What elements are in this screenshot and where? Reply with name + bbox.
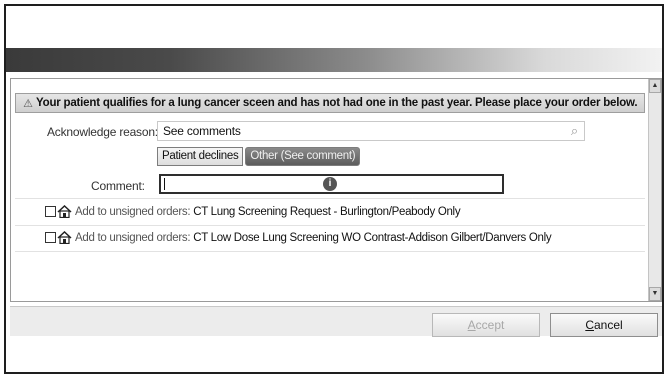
divider — [15, 251, 645, 252]
order-checkbox[interactable] — [45, 206, 56, 217]
comment-label: Comment: — [91, 179, 145, 193]
acknowledge-reason-label: Acknowledge reason: — [47, 125, 158, 139]
search-icon[interactable]: ⌕ — [571, 123, 578, 139]
order-name: CT Low Dose Lung Screening WO Contrast-A… — [193, 231, 552, 244]
patient-declines-button[interactable]: Patient declines — [157, 147, 244, 166]
cancel-mnemonic: C — [585, 318, 594, 332]
title-bar — [6, 48, 662, 72]
alert-message: Your patient qualifies for a lung cancer… — [36, 97, 638, 109]
scroll-up-icon[interactable]: ▲ — [649, 79, 661, 93]
best-practice-advisory-dialog: ⚠ Your patient qualifies for a lung canc… — [10, 78, 662, 302]
dialog-footer: Accept Cancel — [10, 306, 662, 337]
order-house-icon — [57, 205, 72, 218]
order-prefix: Add to unsigned orders: — [75, 205, 191, 218]
accept-button[interactable]: Accept — [432, 313, 540, 337]
accept-label: ccept — [475, 318, 505, 332]
order-checkbox[interactable] — [45, 232, 56, 243]
alert-banner: ⚠ Your patient qualifies for a lung canc… — [15, 93, 645, 113]
divider — [15, 198, 645, 199]
cancel-label: ancel — [593, 318, 623, 332]
other-see-comment-button[interactable]: Other (See comment) — [245, 147, 361, 166]
order-name: CT Lung Screening Request - Burlington/P… — [193, 205, 461, 218]
order-prefix: Add to unsigned orders: — [75, 231, 191, 244]
info-icon: i — [323, 177, 337, 191]
scroll-down-icon[interactable]: ▼ — [649, 287, 661, 301]
comment-input[interactable]: i — [159, 174, 504, 194]
cancel-button[interactable]: Cancel — [550, 313, 658, 337]
acknowledge-reason-value: See comments — [163, 124, 241, 138]
order-row: Add to unsigned orders: CT Low Dose Lung… — [45, 231, 552, 244]
vertical-scrollbar[interactable]: ▲ ▼ — [648, 79, 661, 301]
order-house-icon — [57, 231, 72, 244]
window-frame: ⚠ Your patient qualifies for a lung canc… — [4, 4, 664, 374]
order-row: Add to unsigned orders: CT Lung Screenin… — [45, 205, 461, 218]
text-caret — [164, 178, 165, 190]
acknowledge-reason-input[interactable]: See comments ⌕ — [157, 121, 585, 141]
accept-mnemonic: A — [467, 318, 476, 332]
divider — [15, 225, 645, 226]
reason-options: Patient declines Other (See comment) — [157, 147, 362, 166]
warning-icon: ⚠ — [23, 97, 33, 110]
